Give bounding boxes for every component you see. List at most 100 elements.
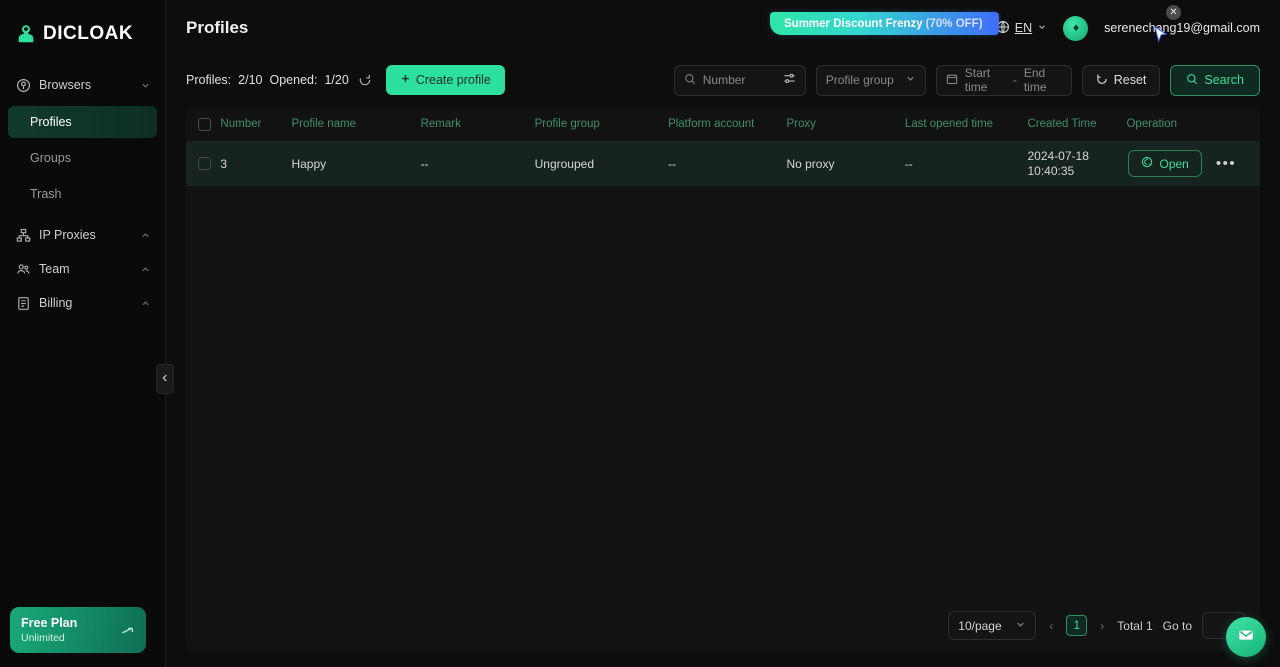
proxy-grid-icon — [16, 228, 31, 243]
search-number-placeholder: Number — [703, 73, 776, 87]
sidebar-nav: Browsers Profiles Groups Trash — [0, 68, 165, 320]
cell-number: 3 — [220, 141, 291, 186]
chevron-down-icon — [140, 80, 151, 91]
created-clock: 10:40:35 — [1027, 164, 1126, 179]
more-dots-icon[interactable]: ••• — [1214, 155, 1238, 173]
row-checkbox[interactable] — [198, 157, 211, 170]
app-root: DICLOAK Browsers Profiles Groups — [0, 0, 1280, 667]
start-time-placeholder: Start time — [965, 66, 1006, 94]
chevron-up-icon — [140, 298, 151, 309]
column-header-proxy[interactable]: Proxy — [786, 108, 904, 141]
envelope-icon — [1237, 626, 1255, 649]
column-header-last-opened-time[interactable]: Last opened time — [905, 108, 1028, 141]
plus-icon — [400, 73, 411, 87]
account-email[interactable]: serenechang19@gmail.com — [1104, 21, 1260, 35]
column-header-remark[interactable]: Remark — [421, 108, 535, 141]
plan-subtitle: Unlimited — [21, 631, 77, 645]
select-all-header — [186, 108, 220, 141]
sidebar-group-billing[interactable]: Billing — [0, 286, 165, 320]
goto-label: Go to — [1163, 619, 1192, 633]
filter-sliders-icon[interactable] — [783, 72, 796, 88]
refresh-icon[interactable] — [358, 73, 372, 87]
chat-support-button[interactable] — [1226, 617, 1266, 657]
page-number-1[interactable]: 1 — [1066, 615, 1087, 636]
cell-proxy: No proxy — [786, 141, 904, 186]
chevron-down-icon — [1037, 21, 1047, 35]
table-row[interactable]: 3 Happy -- Ungrouped -- No proxy -- 2024… — [186, 141, 1260, 186]
total-count-label: Total 1 — [1117, 619, 1152, 633]
create-profile-button[interactable]: Create profile — [386, 65, 505, 95]
chevron-down-icon — [905, 73, 916, 87]
sidebar-item-groups[interactable]: Groups — [8, 142, 157, 174]
end-time-placeholder: End time — [1024, 66, 1062, 94]
sidebar-group-label: Browsers — [39, 78, 132, 92]
reset-label: Reset — [1114, 73, 1147, 87]
brand-logo[interactable]: DICLOAK — [0, 0, 165, 52]
select-all-checkbox[interactable] — [198, 118, 211, 131]
sidebar-group-browsers[interactable]: Browsers — [0, 68, 165, 102]
page-size-select[interactable]: 10/page — [948, 611, 1036, 640]
sidebar-item-label: Groups — [30, 151, 71, 165]
profiles-value: 2/10 — [238, 73, 262, 87]
opened-label: Opened: — [270, 73, 318, 87]
main-content: Profiles EN serenechang19@gma — [166, 0, 1280, 667]
sidebar: DICLOAK Browsers Profiles Groups — [0, 0, 166, 667]
column-header-profile-name[interactable]: Profile name — [291, 108, 420, 141]
topbar-right: EN serenechang19@gmail.com — [996, 16, 1260, 41]
brand-name: DICLOAK — [43, 23, 133, 45]
search-number-input[interactable]: Number — [674, 65, 806, 96]
promo-discount: (70% OFF) — [926, 18, 983, 30]
topbar: Profiles EN serenechang19@gma — [166, 0, 1280, 56]
created-date: 2024-07-18 — [1027, 149, 1126, 164]
sidebar-group-ip-proxies[interactable]: IP Proxies — [0, 218, 165, 252]
page-title: Profiles — [186, 18, 248, 38]
user-avatar-icon[interactable] — [1063, 16, 1088, 41]
profile-group-select[interactable]: Profile group — [816, 65, 926, 96]
open-profile-button[interactable]: Open — [1128, 150, 1201, 177]
column-header-number[interactable]: Number — [220, 108, 291, 141]
row-select-cell — [186, 141, 220, 186]
language-code: EN — [1015, 21, 1032, 35]
date-separator: - — [1013, 73, 1017, 87]
profile-group-placeholder: Profile group — [826, 73, 898, 87]
reset-button[interactable]: Reset — [1082, 65, 1161, 96]
chevron-left-icon — [160, 370, 170, 388]
next-page-button[interactable]: › — [1097, 619, 1107, 633]
operation-actions: Open ••• — [1126, 150, 1260, 177]
plan-title: Free Plan — [21, 616, 77, 631]
sidebar-item-profiles[interactable]: Profiles — [8, 106, 157, 138]
promo-text: Summer Discount Frenzy — [784, 18, 923, 30]
cell-profile-name: Happy — [291, 141, 420, 186]
chevron-up-icon — [140, 264, 151, 275]
column-header-profile-group[interactable]: Profile group — [535, 108, 668, 141]
cell-remark: -- — [421, 141, 535, 186]
prev-page-button[interactable]: ‹ — [1046, 619, 1056, 633]
profile-counts: Profiles: 2/10 Opened: 1/20 — [186, 73, 372, 87]
promo-banner[interactable]: Summer Discount Frenzy (70% OFF) — [770, 12, 999, 35]
mouse-cursor-icon — [1154, 26, 1168, 49]
team-icon — [16, 262, 31, 277]
calendar-icon — [946, 73, 958, 88]
column-header-operation[interactable]: Operation — [1126, 108, 1260, 141]
column-header-created-time[interactable]: Created Time — [1027, 108, 1126, 141]
browser-icon — [16, 78, 31, 93]
sidebar-group-label: Team — [39, 262, 132, 276]
chevron-down-icon — [1015, 619, 1026, 633]
sidebar-group-team[interactable]: Team — [0, 252, 165, 286]
cell-last-opened-time: -- — [905, 141, 1028, 186]
language-selector[interactable]: EN — [996, 20, 1047, 37]
search-button[interactable]: Search — [1170, 65, 1260, 96]
date-range-picker[interactable]: Start time - End time — [936, 65, 1072, 96]
profiles-panel: Number Profile name Remark Profile group… — [186, 108, 1260, 652]
column-header-platform-account[interactable]: Platform account — [668, 108, 786, 141]
plan-upgrade-card[interactable]: Free Plan Unlimited — [10, 607, 146, 653]
reset-icon — [1096, 73, 1108, 88]
sidebar-item-label: Profiles — [30, 115, 72, 129]
sidebar-collapse-button[interactable] — [156, 364, 174, 394]
sidebar-item-trash[interactable]: Trash — [8, 178, 157, 210]
profiles-label: Profiles: — [186, 73, 231, 87]
toolbar-filters: Number Profile group — [674, 65, 1260, 96]
close-icon[interactable]: ✕ — [1166, 5, 1181, 20]
chevron-up-icon — [140, 230, 151, 241]
table-body: 3 Happy -- Ungrouped -- No proxy -- 2024… — [186, 141, 1260, 186]
